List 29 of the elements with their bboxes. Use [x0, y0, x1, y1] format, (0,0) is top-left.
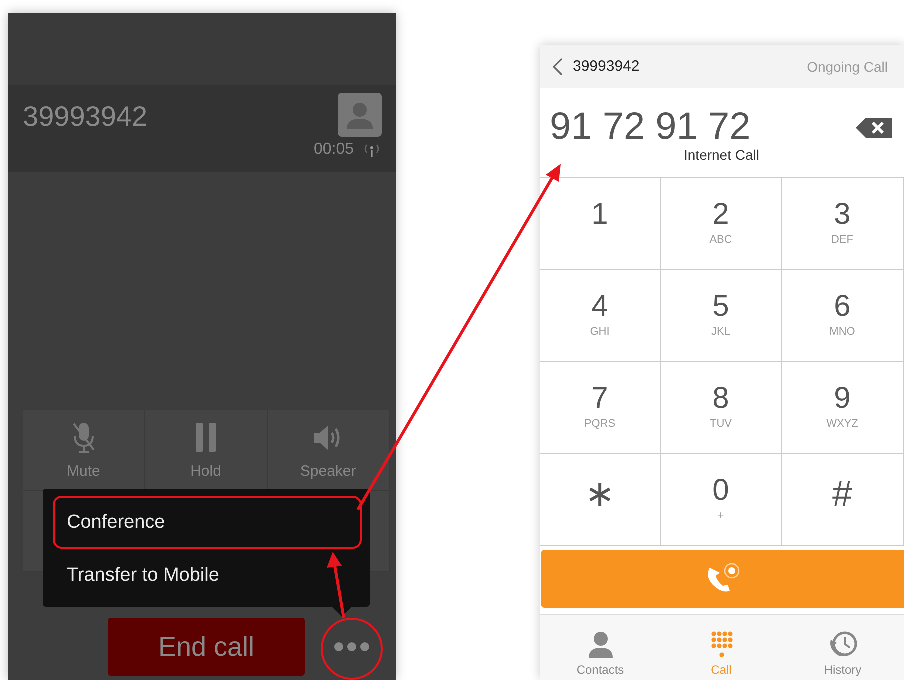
call-duration: 00:05: [314, 141, 354, 159]
call-type: Internet Call: [684, 147, 760, 163]
keypad-key[interactable]: ∗: [540, 454, 661, 546]
keypad-key[interactable]: 7 PQRS: [540, 362, 661, 454]
keypad-key[interactable]: 0 +: [661, 454, 782, 546]
menu-item[interactable]: Conference: [53, 496, 362, 549]
keypad-key[interactable]: 3 DEF: [782, 178, 904, 270]
keypad-key[interactable]: 8 TUV: [661, 362, 782, 454]
caller-number: 39993942: [23, 101, 148, 134]
menu-item[interactable]: Transfer to Mobile: [53, 549, 362, 602]
call-status: Ongoing Call: [807, 58, 888, 74]
keypad-key[interactable]: 2 ABC: [661, 178, 782, 270]
back-icon[interactable]: [552, 56, 564, 76]
keypad-key[interactable]: #: [782, 454, 904, 546]
keypad-key[interactable]: 5 JKL: [661, 270, 782, 362]
keypad-key[interactable]: 9 WXYZ: [782, 362, 904, 454]
annotation-arrow: [327, 552, 346, 618]
muted-microphone-icon: [70, 420, 97, 454]
dialed-number: 91 72 91 72: [550, 106, 751, 149]
annotation-circle: [321, 618, 383, 680]
avatar-icon: [338, 93, 382, 137]
keypad-key[interactable]: 6 MNO: [782, 270, 904, 362]
backspace-icon[interactable]: [854, 116, 894, 140]
keypad-key[interactable]: 1: [540, 178, 661, 270]
more-icon[interactable]: [334, 642, 370, 652]
end-call-button[interactable]: End call: [108, 618, 305, 676]
signal-icon: [362, 142, 382, 158]
contact-number: 39993942: [573, 58, 640, 75]
keypad-key[interactable]: 4 GHI: [540, 270, 661, 362]
